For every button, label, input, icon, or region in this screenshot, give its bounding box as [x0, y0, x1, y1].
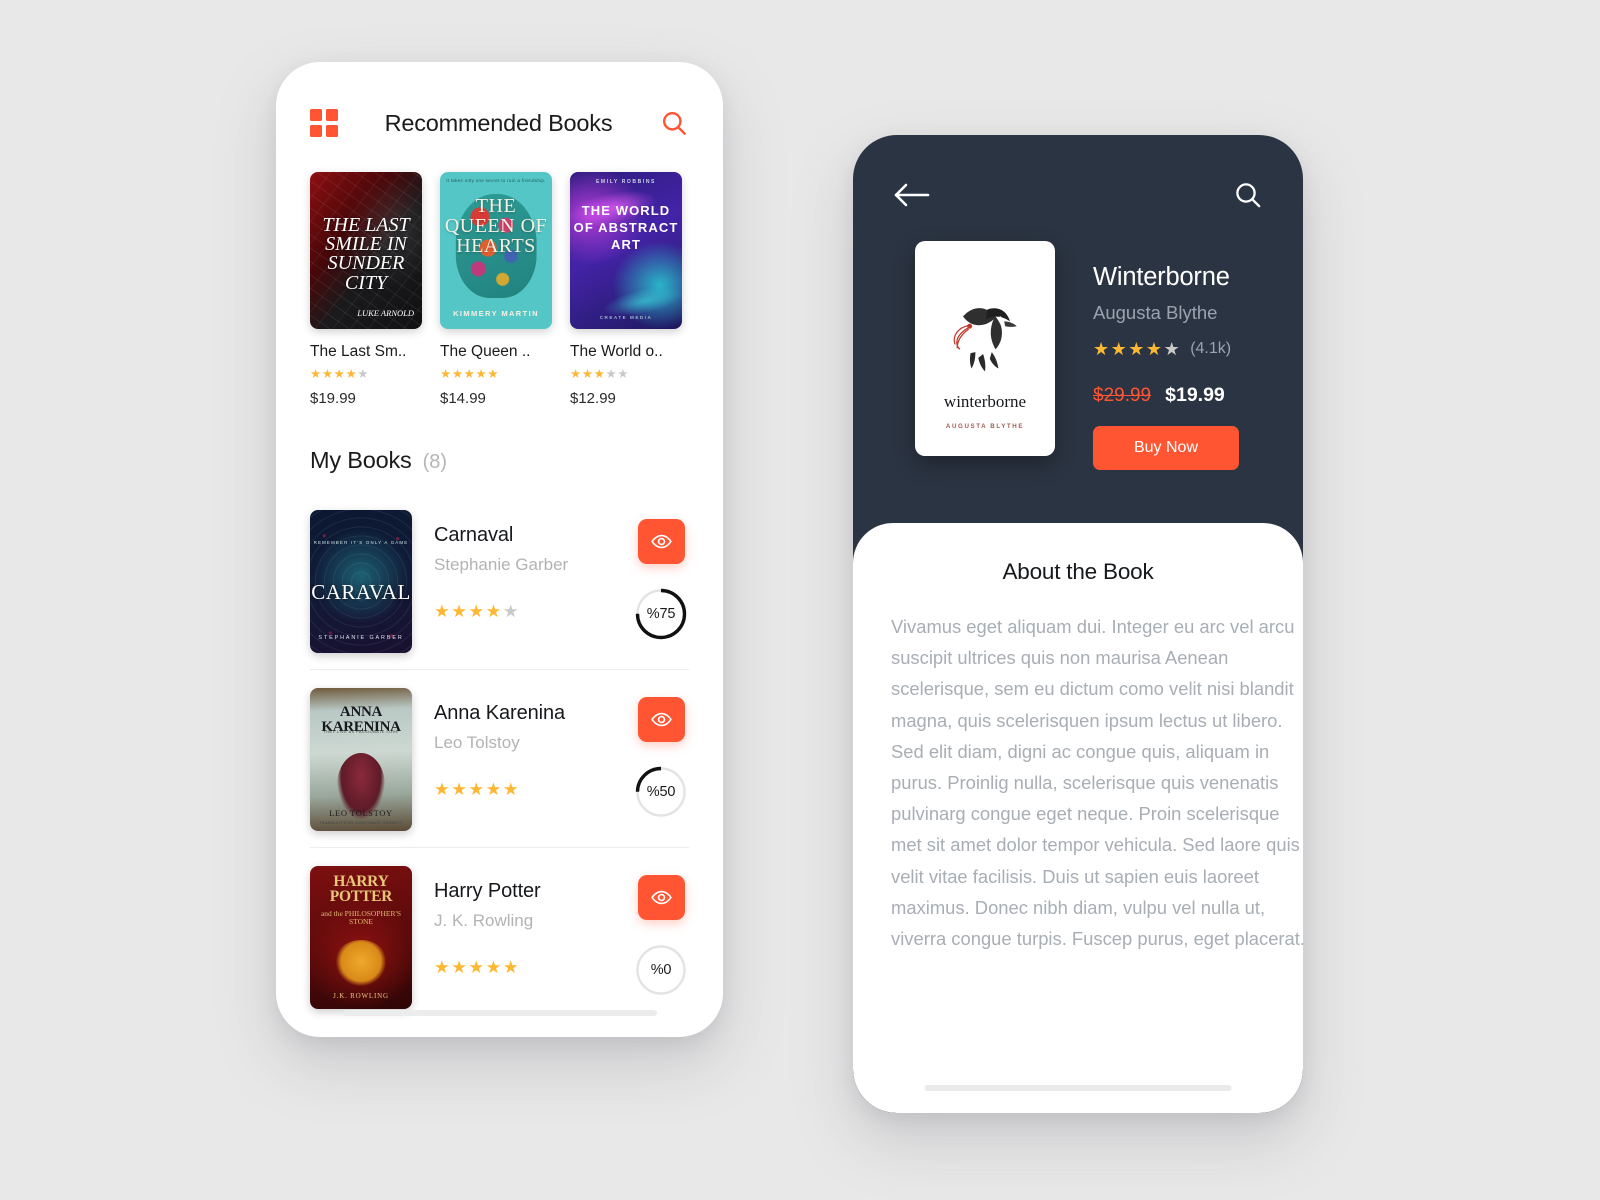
- recommended-title: The Last Sm..: [310, 343, 407, 360]
- recommended-card[interactable]: EMILY ROBBINS THE WORLD OF ABSTRACT ART …: [570, 172, 682, 407]
- list-item-info: Carnaval Stephanie Garber ★★★★★: [412, 510, 633, 621]
- recommended-card[interactable]: THE LAST SMILE IN SUNDER CITY LUKE ARNOL…: [310, 172, 422, 407]
- my-books-label: My Books: [310, 446, 412, 473]
- rating-stars: ★★★★★: [434, 600, 521, 621]
- my-books-header: My Books (8): [276, 407, 723, 474]
- book-title: Harry Potter: [434, 879, 541, 902]
- recommended-books-strip[interactable]: THE LAST SMILE IN SUNDER CITY LUKE ARNOL…: [276, 140, 723, 407]
- list-item-actions: %75: [633, 510, 689, 640]
- price-original: $29.99: [1093, 385, 1152, 406]
- recommended-price: $14.99: [440, 389, 486, 407]
- book-cover-winterborne[interactable]: winterborne AUGUSTA BLYTHE: [915, 241, 1055, 456]
- eye-icon[interactable]: [637, 518, 685, 564]
- book-title: Anna Karenina: [434, 701, 566, 724]
- cover-author: CREATE MEDIA: [599, 315, 653, 320]
- search-icon[interactable]: [1233, 180, 1263, 215]
- cover-title: THE LAST SMILE IN SUNDER CITY: [322, 213, 410, 294]
- cover-tagline: and the PHILOSOPHER'S STONE: [320, 908, 402, 927]
- list-item[interactable]: REMEMBER IT'S ONLY A GAME CARAVAL STEPHA…: [310, 492, 689, 670]
- detail-header: [853, 135, 1303, 215]
- list-item-info: Anna Karenina Leo Tolstoy ★★★★★: [412, 688, 633, 799]
- list-item[interactable]: ANNA KARENINA THEY LIVE AS PASSIONATE LO…: [310, 670, 689, 848]
- reading-progress-ring: %50: [635, 766, 687, 818]
- eye-icon[interactable]: [637, 696, 685, 742]
- recommended-title: The World o..: [570, 343, 663, 360]
- recommended-price: $19.99: [310, 389, 356, 407]
- cover-title: HARRY POTTER: [329, 873, 393, 906]
- rating-stars: ★★★★★: [434, 778, 521, 799]
- book-author: Leo Tolstoy: [434, 732, 520, 752]
- book-hero: winterborne AUGUSTA BLYTHE Winterborne A…: [853, 215, 1303, 470]
- cover-author: J.K. ROWLING: [333, 991, 389, 1000]
- book-cover-harry-potter[interactable]: HARRY POTTER and the PHILOSOPHER'S STONE…: [310, 865, 412, 1009]
- list-item-info: Harry Potter J. K. Rowling ★★★★★: [412, 866, 633, 977]
- rating-row: ★★★★★ (4.1k): [1093, 340, 1303, 358]
- list-item-actions: %50: [633, 688, 689, 818]
- back-arrow-icon[interactable]: [893, 182, 931, 213]
- cover-subauthor: TRANSLATED BY CONSTANCE GARNETT: [319, 820, 403, 825]
- book-author: Augusta Blythe: [1093, 302, 1218, 323]
- rating-stars: ★★★★★: [434, 956, 521, 977]
- book-cover-the-last-smile[interactable]: THE LAST SMILE IN SUNDER CITY LUKE ARNOL…: [310, 172, 422, 329]
- list-item[interactable]: HARRY POTTER and the PHILOSOPHER'S STONE…: [310, 848, 689, 1025]
- eye-icon[interactable]: [637, 874, 685, 920]
- progress-label: %0: [650, 961, 672, 978]
- cover-title: THE QUEEN OF HEARTS: [444, 194, 548, 257]
- my-books-count: (8): [422, 450, 448, 473]
- cover-author: AUGUSTA BLYTHE: [945, 423, 1025, 430]
- cover-title: winterborne: [943, 392, 1027, 411]
- about-body-text: Vivamus eget aliquam dui. Integer eu arc…: [891, 616, 1303, 950]
- book-title: Carnaval: [434, 523, 514, 546]
- progress-label: %75: [646, 605, 676, 622]
- cover-tagline: THEY LIVE AS PASSIONATE LOVE: [323, 730, 399, 735]
- book-cover-carnaval[interactable]: REMEMBER IT'S ONLY A GAME CARAVAL STEPHA…: [310, 509, 412, 653]
- book-cover-anna-karenina[interactable]: ANNA KARENINA THEY LIVE AS PASSIONATE LO…: [310, 687, 412, 831]
- raven-illustration: [953, 308, 1017, 372]
- recommended-price: $12.99: [570, 389, 616, 407]
- buy-now-button[interactable]: Buy Now: [1093, 426, 1239, 470]
- book-author: J. K. Rowling: [434, 910, 534, 930]
- book-cover-the-queen-of-hearts[interactable]: It takes only one secret to ruin a frien…: [440, 172, 552, 329]
- rating-count: (4.1k): [1190, 340, 1232, 357]
- rating-stars: ★★★★★: [310, 367, 370, 381]
- price-current: $19.99: [1165, 384, 1225, 406]
- cover-title: THE WORLD OF ABSTRACT ART: [573, 203, 679, 252]
- book-author: Stephanie Garber: [434, 554, 569, 574]
- cover-author: STEPHANIE GARBER: [318, 635, 404, 642]
- cover-author: LEO TOLSTOY: [329, 807, 393, 818]
- cover-author: KIMMERY MARTIN: [453, 309, 539, 318]
- canvas: Recommended Books THE LAST SMILE IN SUND…: [0, 0, 1600, 1200]
- about-heading: About the Book: [1002, 559, 1154, 584]
- page-title: Recommended Books: [384, 109, 613, 136]
- my-books-list: REMEMBER IT'S ONLY A GAME CARAVAL STEPHA…: [276, 474, 723, 1025]
- cover-tagline: It takes only one secret to ruin a frien…: [446, 178, 546, 183]
- home-indicator[interactable]: [924, 1085, 1232, 1091]
- search-icon[interactable]: [659, 108, 689, 138]
- grid-menu-icon[interactable]: [310, 109, 338, 137]
- progress-label: %50: [646, 783, 676, 800]
- phone-screen-library: Recommended Books THE LAST SMILE IN SUND…: [276, 62, 723, 1037]
- book-info: Winterborne Augusta Blythe ★★★★★ (4.1k) …: [1055, 241, 1303, 470]
- rating-stars: ★★★★★: [570, 367, 630, 381]
- recommended-title: The Queen ..: [440, 343, 531, 360]
- list-item-actions: %0: [633, 866, 689, 996]
- cover-title: CARAVAL: [311, 579, 411, 604]
- about-the-book-sheet: About the Book Vivamus eget aliquam dui.…: [853, 523, 1303, 1113]
- rating-stars: ★★★★★: [1093, 339, 1182, 359]
- reading-progress-ring: %0: [635, 944, 687, 996]
- rating-stars: ★★★★★: [440, 367, 500, 381]
- cover-tagline: EMILY ROBBINS: [596, 179, 656, 185]
- reading-progress-ring: %75: [635, 588, 687, 640]
- phone-screen-book-detail: winterborne AUGUSTA BLYTHE Winterborne A…: [853, 135, 1303, 1113]
- cover-tagline: REMEMBER IT'S ONLY A GAME: [313, 539, 409, 545]
- book-cover-the-world-of-abstract-art[interactable]: EMILY ROBBINS THE WORLD OF ABSTRACT ART …: [570, 172, 682, 329]
- library-header: Recommended Books: [276, 62, 723, 140]
- cover-author: LUKE ARNOLD: [357, 307, 414, 318]
- recommended-card[interactable]: It takes only one secret to ruin a frien…: [440, 172, 552, 407]
- book-title: Winterborne: [1093, 263, 1230, 291]
- home-indicator[interactable]: [342, 1010, 657, 1016]
- price-row: $29.99 $19.99: [1093, 384, 1303, 407]
